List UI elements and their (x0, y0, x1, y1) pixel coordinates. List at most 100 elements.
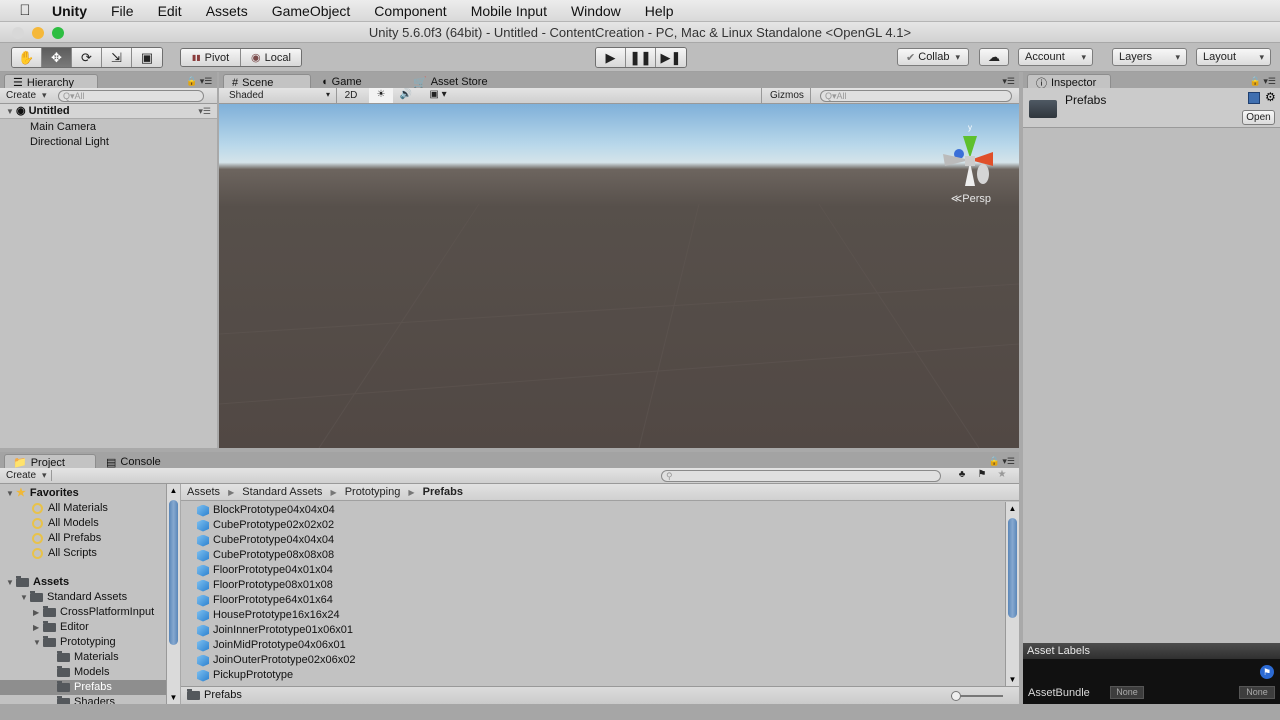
tree-item-prefabs-selected[interactable]: Prefabs (0, 680, 166, 695)
tree-scroll-thumb[interactable] (169, 500, 178, 645)
asset-item[interactable]: FloorPrototype08x01x08 (197, 578, 333, 593)
scene-orientation-gizmo[interactable]: y (935, 120, 1005, 200)
lighting-toggle-icon[interactable]: ☀ (369, 88, 393, 103)
menu-component[interactable]: Component (362, 3, 458, 19)
menu-assets[interactable]: Assets (194, 3, 260, 19)
breadcrumb-assets[interactable]: Assets (187, 486, 220, 498)
pause-button[interactable]: ❚❚ (626, 48, 656, 67)
layers-dropdown[interactable]: Layers (1112, 48, 1187, 66)
scene-menu-icon[interactable]: ▾☰ (198, 104, 211, 119)
asset-item[interactable]: JoinOuterPrototype02x06x02 (197, 653, 355, 668)
breadcrumb-prefabs[interactable]: Prefabs (423, 486, 463, 498)
cloud-button[interactable]: ☁ (979, 48, 1009, 66)
scale-tool-icon[interactable]: ⇲ (102, 48, 132, 67)
tree-item-models[interactable]: Models (57, 665, 109, 680)
layout-dropdown[interactable]: Layout (1196, 48, 1271, 66)
rect-tool-icon[interactable]: ▣ (132, 48, 162, 67)
menu-help[interactable]: Help (633, 3, 686, 19)
tree-item-assets[interactable]: ▼ Assets (6, 575, 69, 590)
effects-dropdown-icon[interactable]: ▣ ▾ (423, 89, 453, 100)
asset-item[interactable]: FloorPrototype04x01x04 (197, 563, 333, 578)
projection-label[interactable]: ≪Persp (951, 192, 991, 205)
save-search-star-icon[interactable]: ★ (993, 469, 1011, 480)
scene-viewport[interactable]: y ≪Persp (219, 104, 1019, 448)
expand-triangle-icon[interactable]: ▼ (33, 635, 43, 650)
neg-x-cone[interactable] (977, 164, 989, 184)
y-axis-cone[interactable] (963, 136, 977, 158)
minimize-window-button[interactable] (32, 27, 44, 39)
audio-toggle-icon[interactable]: 🔊 (396, 89, 416, 100)
maximize-window-button[interactable] (52, 27, 64, 39)
expand-triangle-icon[interactable]: ▼ (6, 104, 16, 119)
icon-size-slider-handle[interactable] (951, 691, 961, 701)
expand-triangle-icon[interactable]: ▼ (20, 590, 30, 605)
menu-edit[interactable]: Edit (146, 3, 194, 19)
help-book-icon[interactable] (1248, 92, 1260, 104)
menu-gameobject[interactable]: GameObject (260, 3, 363, 19)
favorite-item[interactable]: All Models (32, 516, 99, 531)
asset-item[interactable]: HousePrototype16x16x24 (197, 608, 340, 623)
collapse-triangle-icon[interactable]: ▶ (33, 605, 43, 620)
menu-file[interactable]: File (99, 3, 146, 19)
scroll-down-icon[interactable]: ▼ (167, 693, 180, 702)
expand-triangle-icon[interactable]: ▼ (6, 486, 16, 501)
tree-item-standard-assets[interactable]: ▼ Standard Assets (20, 590, 127, 605)
scene-menu-icon[interactable]: ▾☰ (1002, 76, 1015, 87)
favorite-item[interactable]: All Scripts (32, 546, 97, 561)
asset-item[interactable]: CubePrototype08x08x08 (197, 548, 334, 563)
gizmos-dropdown[interactable]: Gizmos ▾ (761, 88, 811, 111)
hierarchy-item-directional-light[interactable]: Directional Light (30, 135, 109, 150)
asset-item[interactable]: FloorPrototype64x01x64 (197, 593, 333, 608)
menu-unity[interactable]: Unity (36, 3, 99, 19)
gizmo-center-cube[interactable] (965, 156, 975, 166)
close-window-button[interactable] (12, 27, 24, 39)
project-search-input[interactable]: ⚲ (661, 470, 941, 482)
menu-window[interactable]: Window (559, 3, 633, 19)
asset-list-scrollbar[interactable]: ▲ ▼ (1005, 502, 1019, 686)
tree-item-materials[interactable]: Materials (57, 650, 119, 665)
inspector-lock-icon[interactable]: 🔒 ▾☰ (1250, 76, 1276, 87)
assetbundle-dropdown[interactable]: None (1110, 686, 1144, 699)
project-lock-icon[interactable]: 🔒 ▾☰ (989, 456, 1015, 467)
asset-scroll-thumb[interactable] (1008, 518, 1017, 618)
menu-mobile-input[interactable]: Mobile Input (459, 3, 559, 19)
hierarchy-create-button[interactable]: Create (6, 90, 47, 101)
move-tool-icon[interactable]: ✥ (42, 48, 72, 67)
settings-gear-icon[interactable]: ⚙ (1265, 90, 1276, 104)
search-by-type-icon[interactable]: ♣ (953, 469, 971, 480)
scroll-up-icon[interactable]: ▲ (167, 486, 180, 495)
scene-search-input[interactable]: Q▾All (820, 90, 1012, 102)
breadcrumb-standard-assets[interactable]: Standard Assets (242, 486, 322, 498)
expand-triangle-icon[interactable]: ▼ (6, 575, 16, 590)
scroll-up-icon[interactable]: ▲ (1006, 504, 1019, 513)
asset-item[interactable]: JoinMidPrototype04x06x01 (197, 638, 346, 653)
tree-scrollbar[interactable]: ▲ ▼ (166, 484, 180, 704)
tree-item-crossplatforminput[interactable]: ▶ CrossPlatformInput (33, 605, 154, 620)
2d-toggle[interactable]: 2D (341, 90, 361, 101)
scene-root-row[interactable]: ▼ ◉ Untitled ▾☰ (0, 104, 217, 119)
search-by-label-icon[interactable]: ⚑ (973, 469, 991, 480)
account-dropdown[interactable]: Account (1018, 48, 1093, 66)
hierarchy-item-main-camera[interactable]: Main Camera (30, 120, 96, 135)
project-create-button[interactable]: Create (6, 470, 52, 481)
tree-item-editor[interactable]: ▶ Editor (33, 620, 89, 635)
assetbundle-variant-dropdown[interactable]: None (1239, 686, 1275, 699)
pivot-button[interactable]: ▮▮ Pivot (181, 49, 241, 66)
asset-item[interactable]: CubePrototype04x04x04 (197, 533, 334, 548)
tag-icon[interactable]: ⚑ (1260, 665, 1274, 679)
favorites-row[interactable]: ▼ ★ Favorites (6, 486, 79, 501)
tree-item-shaders[interactable]: Shaders (57, 695, 115, 704)
rotate-tool-icon[interactable]: ⟳ (72, 48, 102, 67)
local-button[interactable]: ◉ Local (241, 49, 301, 66)
lock-icon[interactable]: 🔒 ▾☰ (186, 76, 212, 87)
open-button[interactable]: Open (1242, 110, 1275, 125)
asset-item[interactable]: PickupPrototype (197, 668, 293, 683)
hierarchy-search-input[interactable]: Q▾All (58, 90, 204, 102)
tree-item-prototyping[interactable]: ▼ Prototyping (33, 635, 116, 650)
scroll-down-icon[interactable]: ▼ (1006, 675, 1019, 684)
breadcrumb-prototyping[interactable]: Prototyping (345, 486, 401, 498)
step-button[interactable]: ▶❚ (656, 48, 686, 67)
apple-icon[interactable]:  (0, 2, 36, 19)
collab-button[interactable]: ✔ Collab (897, 48, 969, 66)
hand-tool-icon[interactable]: ✋ (12, 48, 42, 67)
